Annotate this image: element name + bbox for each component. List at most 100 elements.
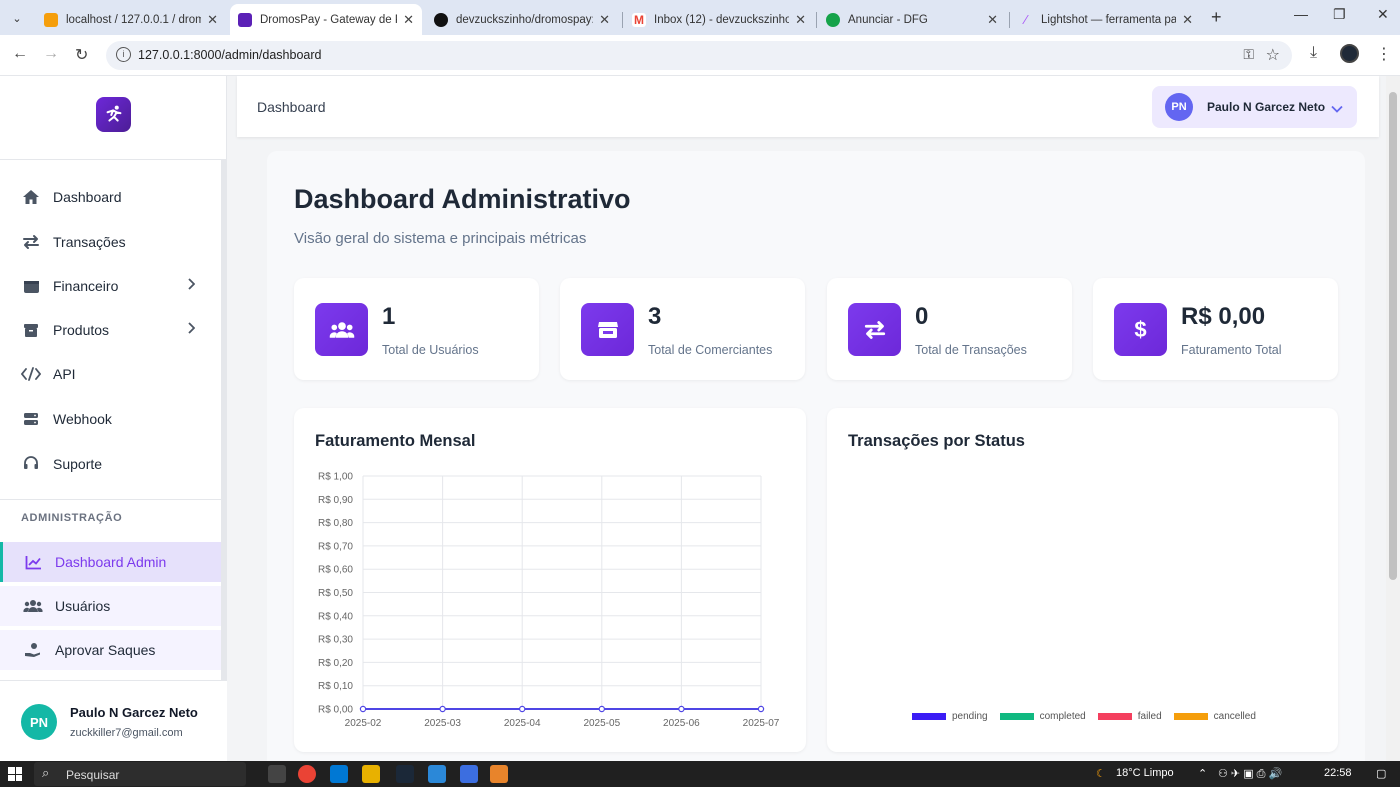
tab-title: devzuckszinho/dromospay: g — [456, 13, 594, 26]
sidebar-item-label: Financeiro — [53, 278, 119, 294]
sidebar-item-transacoes[interactable]: Transações — [0, 220, 221, 264]
back-icon[interactable]: ← — [12, 45, 28, 63]
tab-title: DromosPay - Gateway de Pa — [260, 13, 398, 26]
y-tick-label: R$ 0,20 — [318, 658, 353, 669]
y-tick-label: R$ 0,50 — [318, 588, 353, 599]
sidebar-item-api[interactable]: API — [0, 352, 221, 396]
address-bar[interactable]: i 127.0.0.1:8000/admin/dashboard ⚿ ☆ — [106, 41, 1292, 70]
sidebar-item-webhook[interactable]: Webhook — [0, 397, 221, 441]
weather-icon[interactable]: ☾ — [1096, 767, 1106, 780]
status-chart-panel: Transações por Status pending completed … — [827, 408, 1338, 752]
new-tab-icon[interactable]: + — [1211, 7, 1222, 28]
browser-tab[interactable]: ∕ Lightshot — ferramenta para ✕ — [1011, 4, 1201, 35]
y-tick-label: R$ 0,30 — [318, 635, 353, 646]
chart-legend: pending completed failed cancelled — [912, 711, 1268, 722]
legend-item-failed[interactable]: failed — [1097, 711, 1162, 722]
legend-swatch — [1097, 713, 1132, 720]
sidebar-scrollbar[interactable] — [221, 160, 227, 680]
browser-tab[interactable]: devzuckszinho/dromospay: g ✕ — [426, 4, 618, 35]
legend-item-pending[interactable]: pending — [912, 711, 988, 722]
steam-icon[interactable] — [396, 765, 414, 783]
browser-tab[interactable]: Anunciar - DFG ✕ — [818, 4, 1006, 35]
sidebar: Dashboard Transações Financeiro Produtos… — [0, 76, 227, 761]
box-icon — [21, 320, 41, 340]
sidebar-item-financeiro[interactable]: Financeiro — [0, 264, 221, 308]
close-tab-icon[interactable]: ✕ — [403, 12, 414, 28]
site-info-icon[interactable]: i — [116, 47, 131, 62]
app-icon[interactable] — [460, 765, 478, 783]
y-tick-label: R$ 0,80 — [318, 518, 353, 529]
users-icon — [23, 596, 43, 616]
bookmark-star-icon[interactable]: ☆ — [1266, 45, 1280, 65]
sidebar-item-dashboard-admin[interactable]: Dashboard Admin — [0, 542, 221, 582]
y-tick-label: R$ 0,70 — [318, 541, 353, 552]
data-point — [678, 705, 685, 713]
cloud-app-icon[interactable] — [490, 765, 508, 783]
legend-label: completed — [1039, 711, 1086, 722]
close-tab-icon[interactable]: ✕ — [207, 12, 218, 28]
profile-avatar-icon[interactable] — [1340, 44, 1359, 63]
tab-search-icon[interactable]: ⌄ — [6, 8, 28, 28]
clock[interactable]: 22:58 — [1324, 767, 1352, 779]
close-tab-icon[interactable]: ✕ — [987, 12, 998, 28]
close-tab-icon[interactable]: ✕ — [599, 12, 610, 28]
sidebar-item-aprovar-saques[interactable]: Aprovar Saques — [0, 630, 221, 670]
vscode-icon[interactable] — [330, 765, 348, 783]
tab-separator — [816, 12, 817, 28]
notepad-icon[interactable] — [428, 765, 446, 783]
user-menu-button[interactable]: PN Paulo N Garcez Neto — [1152, 86, 1357, 128]
close-tab-icon[interactable]: ✕ — [795, 12, 806, 28]
page-scrollbar[interactable] — [1386, 76, 1400, 761]
wallet-icon — [21, 276, 41, 296]
url-text[interactable]: 127.0.0.1:8000/admin/dashboard — [138, 48, 321, 62]
download-icon[interactable]: ⤓ — [1310, 44, 1317, 62]
search-icon: ⌕ — [42, 765, 50, 780]
dollar-icon: $ — [1114, 303, 1167, 356]
weather-text[interactable]: 18°C Limpo — [1116, 767, 1174, 779]
restore-icon[interactable]: ❐ — [1333, 6, 1346, 23]
minimize-icon[interactable]: — — [1294, 6, 1308, 22]
dromospay-logo-icon[interactable] — [96, 97, 131, 132]
chrome-icon[interactable] — [298, 765, 316, 783]
stat-label: Total de Transações — [915, 343, 1027, 357]
browser-menu-icon[interactable]: ⋮ — [1376, 44, 1392, 64]
sidebar-item-dashboard[interactable]: Dashboard — [0, 175, 221, 219]
sidebar-item-usuarios[interactable]: Usuários — [0, 586, 221, 626]
sidebar-item-label: Aprovar Saques — [55, 642, 156, 658]
sidebar-item-produtos[interactable]: Produtos — [0, 308, 221, 352]
close-tab-icon[interactable]: ✕ — [1182, 12, 1193, 28]
browser-toolbar: ← → ↻ i 127.0.0.1:8000/admin/dashboard ⚿… — [0, 35, 1400, 76]
legend-item-completed[interactable]: completed — [999, 711, 1086, 722]
close-window-icon[interactable]: ✕ — [1377, 6, 1389, 23]
task-view-icon[interactable] — [268, 765, 286, 783]
y-tick-label: R$ 1,00 — [318, 472, 353, 483]
chevron-right-icon — [187, 277, 196, 293]
data-point — [439, 705, 446, 713]
file-explorer-icon[interactable] — [362, 765, 380, 783]
chevron-down-icon — [1331, 100, 1343, 118]
sidebar-item-suporte[interactable]: Suporte — [0, 442, 221, 486]
browser-tab[interactable]: localhost / 127.0.0.1 / dromo ✕ — [36, 4, 226, 35]
browser-tab[interactable]: M Inbox (12) - devzuckszinho@ ✕ — [624, 4, 814, 35]
scrollbar-thumb[interactable] — [1389, 92, 1397, 580]
tray-chevron-icon[interactable]: ⌃ — [1198, 767, 1207, 780]
legend-item-cancelled[interactable]: cancelled — [1173, 711, 1256, 722]
windows-start-icon[interactable] — [8, 767, 22, 781]
forward-icon[interactable]: → — [43, 45, 59, 63]
browser-tab-active[interactable]: DromosPay - Gateway de Pa ✕ — [230, 4, 422, 35]
tray-icons[interactable]: ⚇ ✈ ▣ ⎙ 🔊 — [1218, 767, 1282, 781]
sidebar-user-card[interactable]: PN Paulo N Garcez Neto zuckkiller7@gmail… — [0, 680, 227, 761]
code-icon — [21, 364, 41, 384]
legend-label: pending — [952, 711, 988, 722]
dromospay-favicon-icon — [238, 12, 252, 27]
taskbar-search[interactable]: ⌕ Pesquisar — [34, 762, 246, 786]
legend-swatch — [912, 713, 946, 720]
password-key-icon[interactable]: ⚿ — [1243, 46, 1254, 63]
stat-label: Total de Usuários — [382, 343, 479, 357]
chart-title: Transações por Status — [848, 432, 1025, 450]
sidebar-item-label: Transações — [53, 234, 126, 250]
reload-icon[interactable]: ↻ — [75, 45, 88, 65]
hand-money-icon — [23, 640, 43, 660]
store-icon — [581, 303, 634, 356]
notifications-icon[interactable]: ▢ — [1376, 767, 1386, 780]
